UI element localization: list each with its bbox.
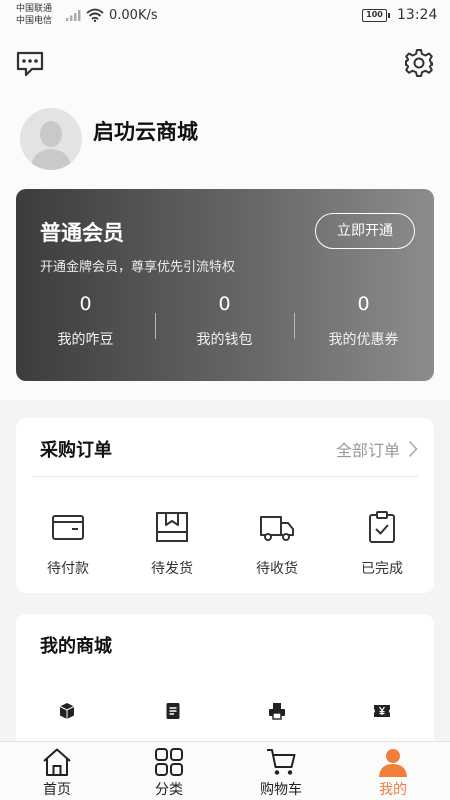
carrier-info: 中国联通 中国电信 — [16, 3, 52, 27]
all-orders-link[interactable]: 全部订单 — [336, 437, 418, 461]
stat-label: 我的优惠券 — [328, 332, 399, 348]
purchase-orders-card: 采购订单 全部订单 待付款 待发货 待收货 已完成 — [16, 418, 434, 593]
cart-icon — [267, 749, 296, 775]
wallet-icon — [52, 515, 84, 540]
order-pending-receipt[interactable]: 待收货 — [225, 510, 329, 578]
membership-subtitle: 开通金牌会员，尊享优先引流特权 — [40, 260, 236, 275]
status-time: 13:24 — [397, 7, 438, 23]
my-mall-card: 我的商城 — [16, 614, 434, 754]
stat-value: 0 — [357, 293, 370, 315]
network-speed: 0.00K/s — [109, 8, 158, 23]
chat-bubble-icon[interactable] — [15, 50, 45, 78]
username: 启功云商城 — [93, 120, 198, 144]
tab-home[interactable]: 首页 — [17, 747, 97, 799]
carrier-1: 中国联通 — [16, 4, 53, 14]
stat-wallet[interactable]: 0 我的钱包 — [155, 293, 294, 349]
order-label: 待收货 — [256, 561, 298, 577]
order-label: 已完成 — [361, 561, 403, 577]
order-completed[interactable]: 已完成 — [330, 510, 434, 578]
membership-card: 普通会员 开通金牌会员，尊享优先引流特权 立即开通 0 我的咋豆 0 我的钱包 … — [16, 189, 434, 381]
membership-title: 普通会员 — [40, 221, 124, 245]
stat-coupons[interactable]: 0 我的优惠券 — [294, 293, 433, 349]
avatar[interactable] — [20, 108, 82, 170]
orders-title: 采购订单 — [40, 440, 112, 461]
grid-icon — [155, 748, 183, 776]
stat-label: 我的咋豆 — [57, 332, 114, 348]
person-icon — [379, 749, 407, 777]
order-label: 待付款 — [47, 561, 89, 577]
clipboard-check-icon — [369, 511, 395, 543]
tab-category[interactable]: 分类 — [129, 747, 209, 799]
stat-beans[interactable]: 0 我的咋豆 — [16, 293, 155, 349]
package-icon — [156, 512, 188, 542]
tab-label: 分类 — [155, 782, 183, 798]
chevron-right-icon — [408, 440, 418, 458]
default-avatar-icon — [30, 121, 72, 170]
tab-mine[interactable]: 我的 — [353, 747, 433, 799]
wifi-icon — [86, 8, 104, 22]
bottom-tab-bar: 首页 分类 购物车 我的 — [0, 741, 450, 800]
yen-ticket-icon[interactable] — [373, 702, 391, 720]
status-bar: 中国联通 中国电信 0.00K/s 100 13:24 — [0, 0, 450, 32]
mall-title: 我的商城 — [40, 636, 112, 657]
divider — [32, 476, 418, 477]
order-pending-payment[interactable]: 待付款 — [16, 510, 120, 578]
stat-label: 我的钱包 — [196, 332, 253, 348]
stat-value: 0 — [218, 293, 231, 315]
tab-label: 我的 — [379, 782, 407, 798]
stat-value: 0 — [79, 293, 92, 315]
tab-label: 首页 — [43, 782, 71, 798]
battery-indicator: 100 — [362, 9, 390, 22]
box-icon[interactable] — [58, 702, 76, 720]
order-pending-shipment[interactable]: 待发货 — [120, 510, 224, 578]
tab-label: 购物车 — [260, 782, 302, 798]
printer-icon[interactable] — [268, 702, 286, 720]
open-membership-button[interactable]: 立即开通 — [315, 213, 415, 249]
home-icon — [43, 748, 71, 776]
order-label: 待发货 — [151, 561, 193, 577]
tab-cart[interactable]: 购物车 — [241, 747, 321, 799]
all-orders-label: 全部订单 — [335, 441, 400, 460]
carrier-2: 中国电信 — [16, 16, 53, 26]
document-icon[interactable] — [164, 702, 182, 720]
signal-icon — [66, 10, 81, 21]
truck-icon — [260, 516, 294, 541]
gear-icon[interactable] — [404, 48, 434, 78]
